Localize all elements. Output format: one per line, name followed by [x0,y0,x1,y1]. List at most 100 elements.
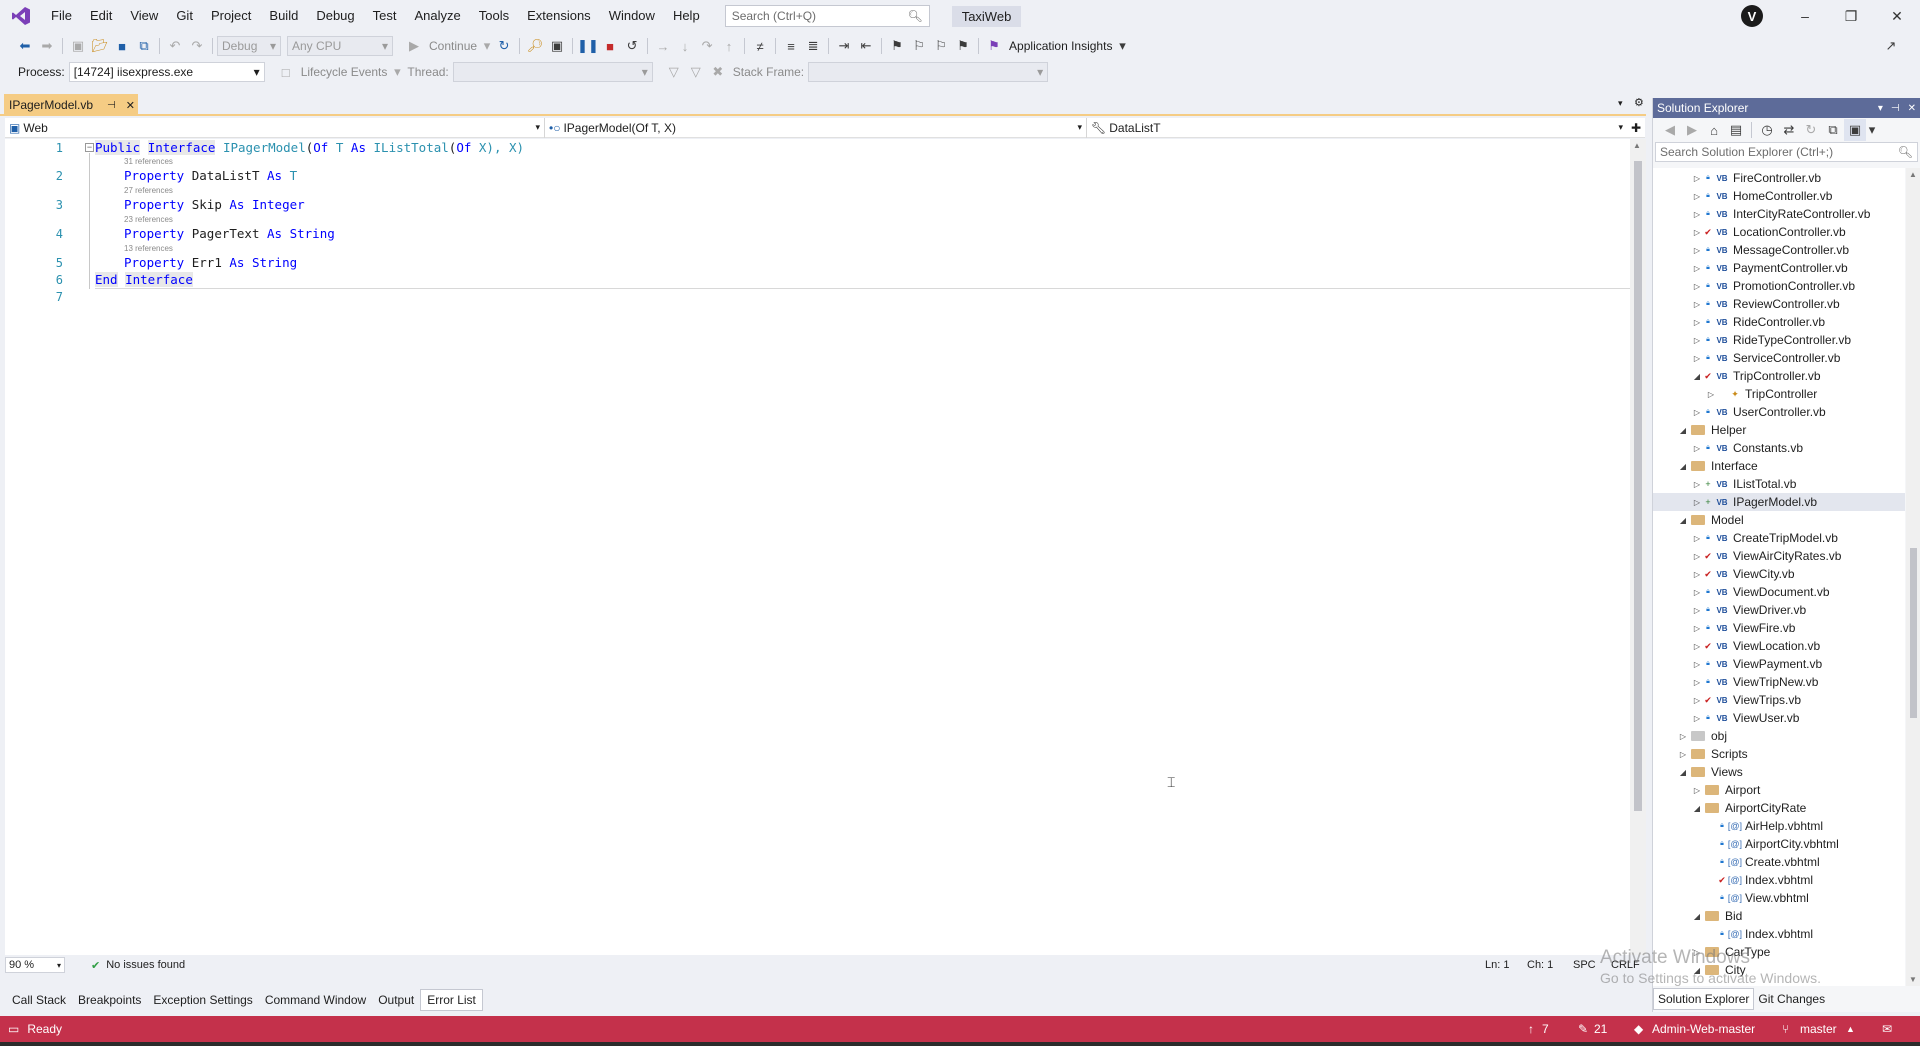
new-project-icon[interactable]: ▣ [67,35,89,57]
chevron-up-icon[interactable]: ▲ [1846,1024,1855,1034]
dropdown-icon[interactable]: ▾ [1878,103,1883,114]
tree-item[interactable]: ▷ 🔒︎ VB MessageController.vb [1653,241,1849,259]
editor-vertical-scrollbar[interactable]: ▲ [1630,139,1646,955]
platform-dropdown[interactable]: Any CPU ▾ [287,36,393,56]
expand-icon[interactable]: ▷ [1677,750,1689,759]
tab-breakpoints[interactable]: Breakpoints [72,990,147,1010]
tree-item[interactable]: ◢ Views [1653,763,1743,781]
save-icon[interactable]: ■ [111,35,133,57]
tree-item[interactable]: ▷ ✔ VB ViewAirCityRates.vb [1653,547,1842,565]
tree-item[interactable]: ◢ Bid [1653,907,1742,925]
chevron-down-icon[interactable]: ▾ [481,35,493,57]
tree-item[interactable]: ▷ ✦ TripController [1653,385,1817,403]
scrollbar-thumb[interactable] [1634,161,1642,811]
back-icon[interactable]: ⬅ [14,35,36,57]
menu-item-git[interactable]: Git [167,0,202,32]
screenshot-icon[interactable]: ▣ [546,35,568,57]
tree-item[interactable]: 🔒︎ [@] Create.vbhtml [1653,853,1820,871]
redo-icon[interactable]: ↷ [186,35,208,57]
menu-item-analyze[interactable]: Analyze [405,0,469,32]
tree-item[interactable]: ▷ + VB IPagerModel.vb [1653,493,1905,511]
stack-frame-dropdown[interactable]: ▾ [808,62,1049,82]
tree-item[interactable]: ◢ AirportCityRate [1653,799,1806,817]
solution-name[interactable]: TaxiWeb [951,5,1022,27]
bookmark-next-icon[interactable]: ⚐ [930,35,952,57]
outdent-icon[interactable]: ⇤ [855,35,877,57]
expand-icon[interactable]: ▷ [1691,318,1703,327]
member-dropdown[interactable]: 🔧︎ DataListT ▾ [1087,118,1627,138]
expand-icon[interactable]: ▷ [1691,534,1703,543]
step-into-icon[interactable]: ↓ [674,35,696,57]
zoom-dropdown[interactable]: 90 % ▾ [5,957,65,973]
collapse-icon[interactable]: ◢ [1691,372,1703,381]
tree-item[interactable]: ◢ Helper [1653,421,1746,439]
tree-item[interactable]: ▷ 🔒︎ VB HomeController.vb [1653,187,1832,205]
scroll-up-icon[interactable]: ▲ [1909,170,1917,179]
solution-tree-scrollbar[interactable]: ▲ ▼ [1906,168,1920,986]
chevron-down-icon[interactable]: ▾ [1116,35,1128,57]
tree-item[interactable]: ▷ obj [1653,727,1727,745]
comment-icon[interactable]: ≡ [780,35,802,57]
visual-studio-logo-icon[interactable] [10,5,32,27]
expand-icon[interactable]: ▷ [1691,444,1703,453]
menu-item-window[interactable]: Window [600,0,664,32]
switch-views-icon[interactable]: ▤ [1725,119,1747,141]
expand-icon[interactable]: ▷ [1691,336,1703,345]
solution-explorer-search[interactable]: Search Solution Explorer (Ctrl+;) 🔍︎ [1655,142,1918,162]
collapse-icon[interactable]: ◢ [1691,804,1703,813]
application-insights-button[interactable]: Application Insights [1005,39,1116,53]
tree-item[interactable]: ▷ 🔒︎ VB ViewUser.vb [1653,709,1800,727]
expand-icon[interactable]: ▷ [1691,192,1703,201]
menu-item-view[interactable]: View [121,0,167,32]
bookmark-prev-icon[interactable]: ⚐ [908,35,930,57]
expand-icon[interactable]: ▷ [1691,264,1703,273]
expand-icon[interactable]: ▷ [1691,228,1703,237]
project-dropdown[interactable]: ▣ Web ▾ [5,117,545,138]
tree-item[interactable]: ▷ 🔒︎ VB ReviewController.vb [1653,295,1840,313]
tree-item[interactable]: ▷ 🔒︎ VB RideTypeController.vb [1653,331,1851,349]
sync-icon[interactable]: ⇄ [1778,119,1800,141]
configuration-dropdown[interactable]: Debug ▾ [217,36,281,56]
collapse-icon[interactable]: − [85,143,94,152]
whitespace-indicator[interactable]: SPC [1573,959,1596,971]
tree-item[interactable]: ▷ 🔒︎ VB ViewFire.vb [1653,619,1796,637]
collapse-icon[interactable]: ◢ [1677,516,1689,525]
undo-icon[interactable]: ↶ [164,35,186,57]
restart-icon[interactable]: ↺ [621,35,643,57]
menu-item-extensions[interactable]: Extensions [518,0,600,32]
expand-icon[interactable]: ▷ [1691,174,1703,183]
tree-item[interactable]: ▷ 🔒︎ VB UserController.vb [1653,403,1826,421]
expand-icon[interactable]: ▷ [1691,660,1703,669]
home-icon[interactable]: ⌂ [1703,119,1725,141]
restore-icon[interactable]: ❐ [1828,0,1874,32]
tree-item[interactable]: 🔒︎ [@] Index.vbhtml [1653,925,1813,943]
step-over-icon[interactable]: ↷ [696,35,718,57]
expand-icon[interactable]: ▷ [1691,606,1703,615]
expand-icon[interactable]: ▷ [1691,588,1703,597]
continue-button[interactable]: Continue [425,39,481,53]
expand-icon[interactable]: ▷ [1691,678,1703,687]
tree-item[interactable]: ▷ 🔒︎ VB ViewTripNew.vb [1653,673,1818,691]
tree-item[interactable]: ▷ 🔒︎ VB ViewDocument.vb [1653,583,1830,601]
expand-icon[interactable]: ▷ [1691,498,1703,507]
pause-icon[interactable]: ❚❚ [577,35,599,57]
issues-status[interactable]: No issues found [106,959,185,971]
tab-call-stack[interactable]: Call Stack [6,990,72,1010]
collapse-icon[interactable]: ◢ [1677,768,1689,777]
tree-item[interactable]: 🔒︎ [@] AirportCity.vbhtml [1653,835,1839,853]
expand-icon[interactable]: ▷ [1691,570,1703,579]
thread-dropdown[interactable]: ▾ [452,62,653,82]
code-lens-references[interactable]: 27 references [124,186,173,195]
tree-item[interactable]: 🔒︎ [@] View.vbhtml [1653,889,1809,907]
tree-item[interactable]: ▷ 🔒︎ VB ServiceController.vb [1653,349,1840,367]
expand-icon[interactable]: ▷ [1691,696,1703,705]
document-tab[interactable]: IPagerModel.vb ⊣ ✕ [4,94,138,116]
pin-icon[interactable]: ⊣ [1891,103,1900,114]
tree-item[interactable]: ▷ 🔒︎ VB ViewPayment.vb [1653,655,1822,673]
menu-item-tools[interactable]: Tools [470,0,518,32]
pending-changes-filter-icon[interactable]: ◷ [1756,119,1778,141]
split-window-icon[interactable]: ✚ [1627,121,1645,135]
tree-item[interactable]: ▷ ✔ VB ViewLocation.vb [1653,637,1820,655]
tree-item[interactable]: ▷ Airport [1653,781,1760,799]
avatar[interactable]: V [1741,5,1763,27]
